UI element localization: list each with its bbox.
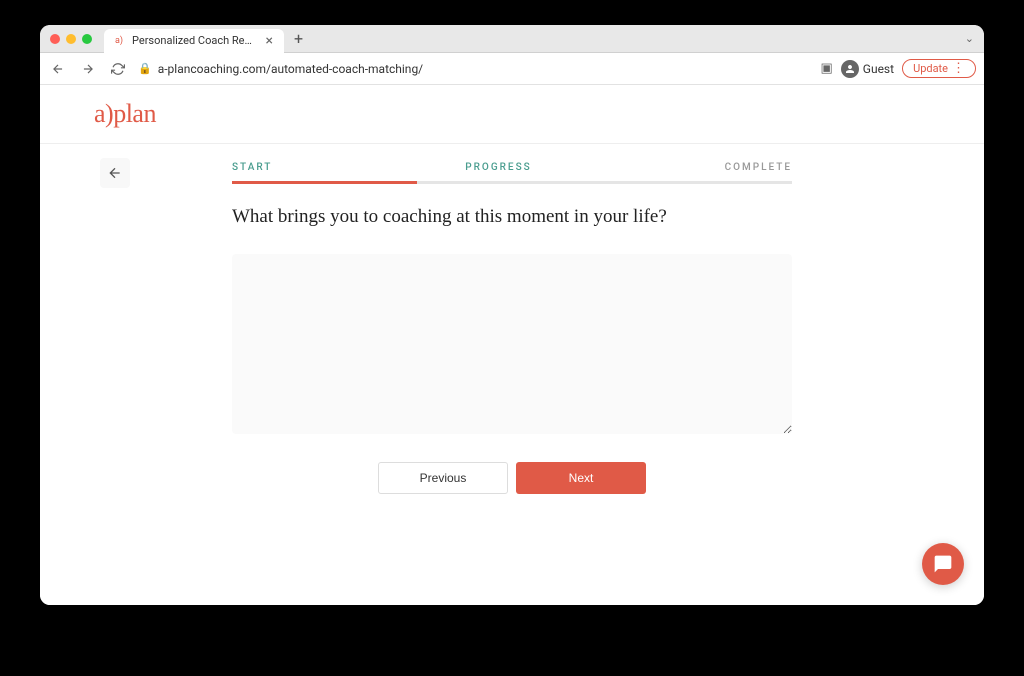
step-progress: PROGRESS (465, 162, 531, 173)
forward-button[interactable] (78, 59, 98, 79)
close-tab-icon[interactable]: × (263, 33, 276, 49)
url-text: a-plancoaching.com/automated-coach-match… (158, 62, 423, 76)
guest-label: Guest (863, 62, 894, 76)
avatar-icon (841, 60, 859, 78)
url-bar[interactable]: 🔒 a-plancoaching.com/automated-coach-mat… (138, 62, 810, 76)
more-dots-icon: ⋮ (952, 62, 965, 75)
minimize-window-button[interactable] (66, 34, 76, 44)
form-wrap: START PROGRESS COMPLETE What brings you … (232, 158, 792, 494)
browser-tab[interactable]: a) Personalized Coach Recomme × (104, 29, 284, 53)
reload-button[interactable] (108, 59, 128, 79)
tabs-chevron-down-icon[interactable]: ⌄ (965, 32, 974, 45)
addressbar: 🔒 a-plancoaching.com/automated-coach-mat… (40, 53, 984, 85)
tab-favicon-icon: a) (112, 34, 126, 48)
logo[interactable]: a)plan (94, 99, 930, 129)
profile-button[interactable]: Guest (841, 60, 894, 78)
browser-window: a) Personalized Coach Recomme × + ⌄ 🔒 a-… (40, 25, 984, 605)
traffic-lights (50, 34, 92, 44)
maximize-window-button[interactable] (82, 34, 92, 44)
progress-bar (232, 181, 792, 184)
content-area: START PROGRESS COMPLETE What brings you … (40, 144, 984, 508)
tab-title: Personalized Coach Recomme (132, 34, 257, 47)
new-tab-button[interactable]: + (284, 29, 313, 48)
chat-widget-button[interactable] (922, 543, 964, 585)
toolbar-right: ▣ Guest Update ⋮ (820, 59, 976, 78)
progress-fill (232, 181, 417, 184)
page-content: a)plan START PROGRESS COMPLETE What brin… (40, 85, 984, 605)
back-arrow-button[interactable] (100, 158, 130, 188)
answer-textarea[interactable] (232, 254, 792, 434)
step-complete: COMPLETE (725, 162, 792, 173)
lock-icon: 🔒 (138, 62, 152, 75)
next-button[interactable]: Next (516, 462, 646, 494)
progress-steps: START PROGRESS COMPLETE (232, 158, 792, 181)
previous-button[interactable]: Previous (378, 462, 508, 494)
update-button[interactable]: Update ⋮ (902, 59, 976, 78)
panel-icon[interactable]: ▣ (820, 61, 832, 76)
page-header: a)plan (40, 85, 984, 144)
back-button[interactable] (48, 59, 68, 79)
step-start: START (232, 162, 272, 173)
close-window-button[interactable] (50, 34, 60, 44)
update-label: Update (913, 62, 948, 75)
question-text: What brings you to coaching at this mome… (232, 206, 792, 228)
button-row: Previous Next (232, 462, 792, 494)
titlebar: a) Personalized Coach Recomme × + ⌄ (40, 25, 984, 53)
